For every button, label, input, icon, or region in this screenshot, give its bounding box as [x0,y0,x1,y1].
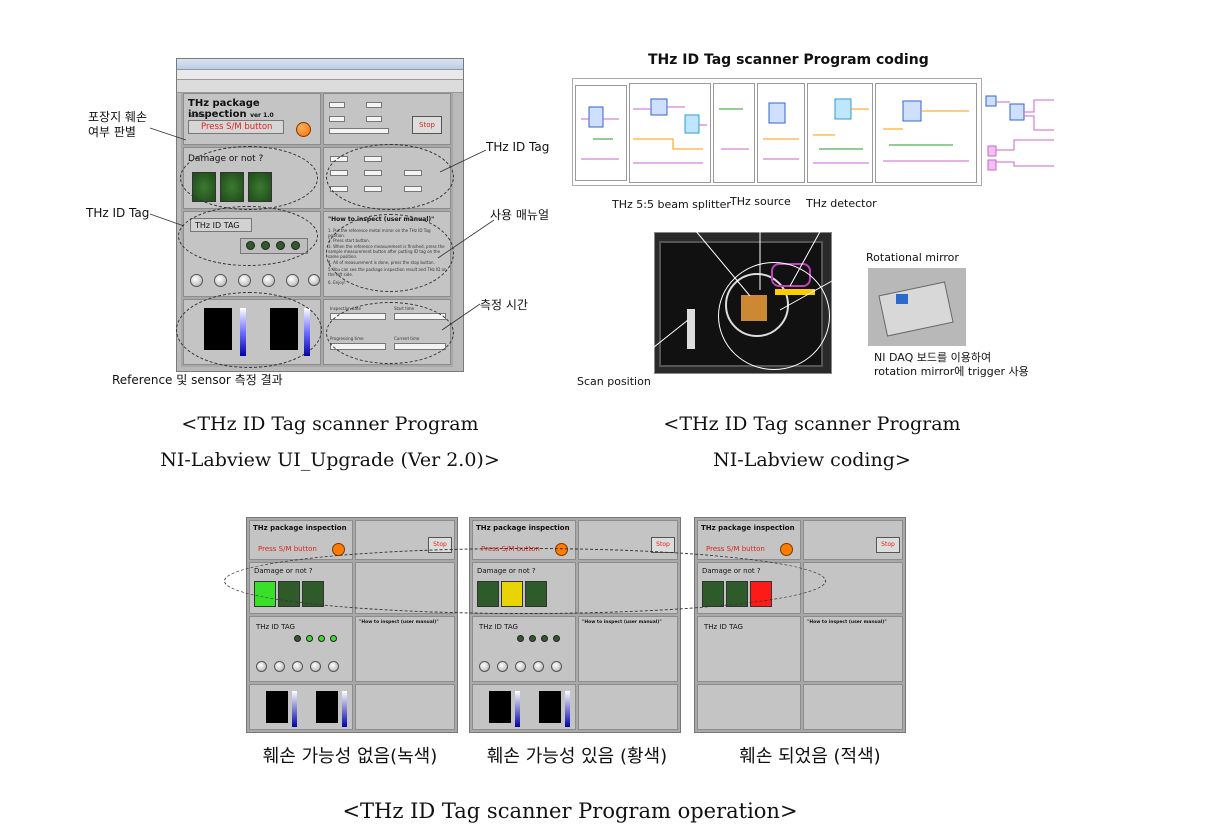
op-result [472,684,576,730]
op-knob-1[interactable] [256,661,267,672]
op-manual: "How to inspect (user manual)" [355,616,455,682]
op-knob-5[interactable] [328,661,339,672]
op-sm-button[interactable] [780,543,793,556]
op-id-led-1 [294,635,301,642]
op-sample-plot [539,691,561,723]
damage-row-highlight-ellipse [224,548,826,614]
op-settings: Stop [803,520,903,560]
op-header: THz package inspection Press S/M button [697,520,801,560]
op-manual-title: "How to inspect (user manual)" [582,620,662,625]
op-knob-5[interactable] [551,661,562,672]
op-ref-plot [266,691,288,723]
op-press-text: Press S/M button [258,545,317,553]
op-time [355,684,455,730]
op-title: THz package inspection [253,524,347,532]
op-knob-3[interactable] [292,661,303,672]
caption-green: 훼손 가능성 없음(녹색) [262,746,438,767]
caption-yellow: 훼손 가능성 있음 (황색) [486,746,668,767]
op-id-led-3 [318,635,325,642]
op-id-led-1 [517,635,524,642]
op-sample-bar [342,691,347,727]
op-sample-plot [316,691,338,723]
caption-right-line1: <THz ID Tag scanner Program [663,413,961,435]
op-id-led-4 [330,635,337,642]
op-id-led-2 [306,635,313,642]
op-knob-3[interactable] [515,661,526,672]
op-ref-bar [515,691,520,727]
op-sample-bar [565,691,570,727]
caption-left-line2: NI-Labview UI_Upgrade (Ver 2.0)> [160,449,500,471]
op-id-led-4 [553,635,560,642]
op-knob-4[interactable] [310,661,321,672]
op-knob-1[interactable] [479,661,490,672]
op-knob-4[interactable] [533,661,544,672]
op-ref-bar [292,691,297,727]
op-time [578,684,678,730]
op-manual: "How to inspect (user manual)" [803,616,903,682]
op-stop-button[interactable]: Stop [876,537,900,553]
op-idtag: THz ID TAG [249,616,353,682]
op-idtag-title: THz ID TAG [256,623,295,631]
op-header: THz package inspection Press S/M button [249,520,353,560]
op-id-led-2 [529,635,536,642]
op-manual: "How to inspect (user manual)" [578,616,678,682]
operation-panel-red: THz package inspection Press S/M button … [694,517,906,733]
op-idtag-title: THz ID TAG [479,623,518,631]
caption-right-line2: NI-Labview coding> [713,449,911,471]
caption-red: 훼손 되었음 (적색) [739,746,881,767]
caption-left-line1: <THz ID Tag scanner Program [181,413,479,435]
caption-bottom: <THz ID Tag scanner Program operation> [342,799,798,823]
op-idtag: THz ID TAG [697,616,801,682]
op-title: THz package inspection [476,524,570,532]
op-result [249,684,353,730]
op-press-text: Press S/M button [706,545,765,553]
op-title: THz package inspection [701,524,795,532]
op-manual-title: "How to inspect (user manual)" [807,620,887,625]
op-time [803,684,903,730]
op-knob-2[interactable] [497,661,508,672]
op-idtag-title: THz ID TAG [704,623,743,631]
op-manual-title: "How to inspect (user manual)" [359,620,439,625]
op-result [697,684,801,730]
op-idtag: THz ID TAG [472,616,576,682]
op-ref-plot [489,691,511,723]
op-id-led-3 [541,635,548,642]
op-knob-2[interactable] [274,661,285,672]
